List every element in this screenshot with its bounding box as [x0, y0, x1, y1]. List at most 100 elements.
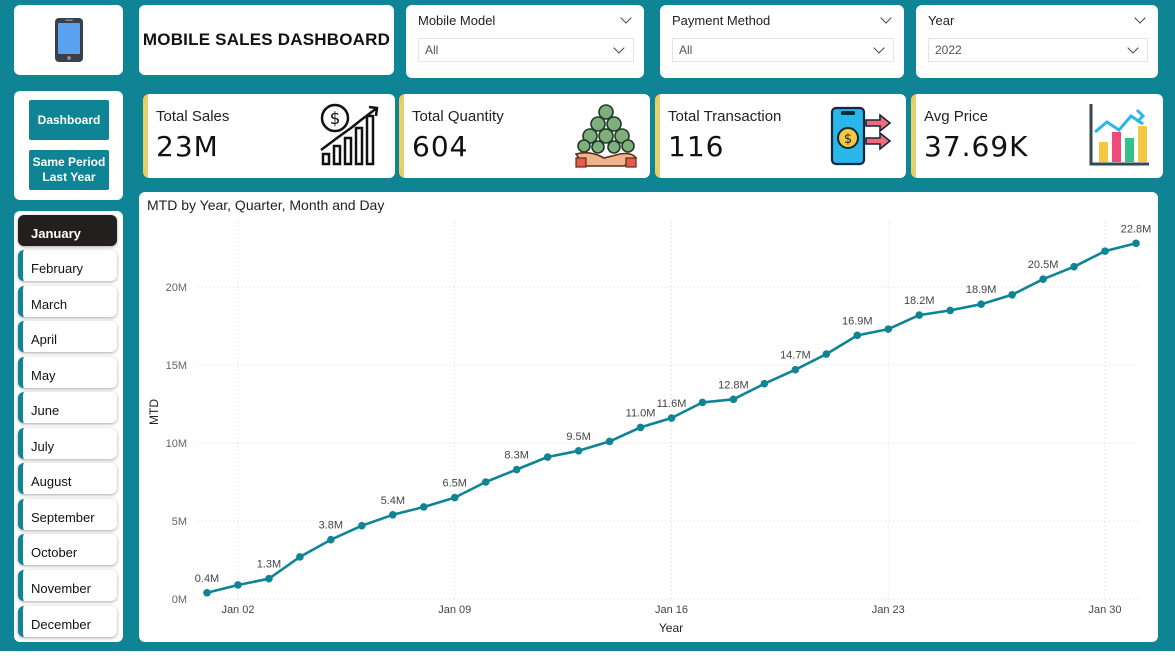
data-point — [481, 478, 490, 486]
y-tick-label: 10M — [166, 438, 187, 450]
month-slicer: January February March April May June Ju… — [14, 211, 123, 642]
kpi-label: Total Quantity — [412, 108, 504, 125]
filter-label: Mobile Model — [418, 12, 496, 28]
chart-svg: 0M 5M 10M 15M 20M Jan 02 Jan 09 Jan 16 Jan 23 Jan… — [147, 222, 1152, 635]
month-item-march[interactable]: March — [18, 286, 117, 317]
month-item-may[interactable]: May — [18, 357, 117, 388]
month-item-september[interactable]: September — [18, 499, 117, 530]
month-item-june[interactable]: June — [18, 392, 117, 423]
data-point — [327, 535, 335, 544]
kpi-value: 116 — [668, 130, 725, 163]
data-point — [450, 493, 459, 502]
data-label: 8.3M — [504, 450, 528, 462]
data-point — [296, 553, 304, 561]
month-label: February — [31, 261, 84, 276]
data-point — [389, 510, 397, 519]
data-point — [636, 423, 645, 432]
filter-year: Year 2022 — [916, 5, 1158, 78]
chevron-down-icon — [613, 42, 625, 54]
page-navigation: Dashboard Same Period Last Year — [14, 91, 123, 200]
data-point — [1070, 262, 1078, 271]
data-point — [203, 588, 211, 597]
data-point — [822, 350, 831, 358]
data-label: 1.3M — [257, 559, 281, 571]
filter-mobile-model: Mobile Model All — [406, 5, 644, 78]
data-point — [358, 521, 366, 530]
smartphone-icon — [54, 18, 83, 62]
data-point — [1101, 247, 1109, 255]
filter-label: Payment Method — [672, 12, 771, 28]
logo-card — [14, 5, 123, 75]
month-label: October — [31, 545, 78, 560]
data-label: 11.6M — [657, 398, 687, 410]
button-label: Same Period — [32, 155, 106, 169]
month-label: November — [31, 581, 91, 596]
y-axis-label: MTD — [147, 399, 161, 425]
chevron-down-icon[interactable] — [880, 12, 892, 24]
kpi-label: Total Sales — [156, 108, 230, 125]
x-tick-label: Jan 23 — [872, 604, 905, 616]
dashboard-button[interactable]: Dashboard — [29, 100, 109, 140]
y-tick-label: 15M — [166, 360, 187, 372]
x-tick-label: Jan 30 — [1089, 604, 1122, 616]
month-label: April — [31, 332, 58, 347]
data-label: 22.8M — [1121, 223, 1152, 235]
data-point — [791, 365, 800, 374]
data-label: 0.4M — [195, 573, 219, 585]
data-point — [667, 414, 676, 422]
chevron-down-icon[interactable] — [1134, 12, 1146, 24]
chevron-down-icon[interactable] — [620, 12, 632, 24]
coins-hand-icon — [574, 104, 638, 168]
same-period-last-year-button[interactable]: Same Period Last Year — [29, 150, 109, 190]
kpi-value: 37.69K — [924, 130, 1029, 163]
kpi-value: 23M — [156, 130, 219, 163]
kpi-label: Avg Price — [924, 108, 988, 125]
month-item-july[interactable]: July — [18, 428, 117, 459]
month-label: May — [31, 368, 56, 383]
button-label: Dashboard — [37, 112, 101, 127]
data-label: 6.5M — [442, 478, 466, 490]
y-tick-label: 0M — [172, 594, 187, 606]
data-label: 12.8M — [718, 379, 749, 391]
payment-method-select[interactable]: All — [672, 38, 894, 62]
data-point — [915, 311, 924, 319]
month-item-october[interactable]: October — [18, 534, 117, 565]
filter-label: Year — [928, 12, 955, 28]
filter-payment-method: Payment Method All — [660, 5, 904, 78]
data-label: 5.4M — [381, 495, 405, 507]
month-item-april[interactable]: April — [18, 321, 117, 352]
mobile-model-select[interactable]: All — [418, 38, 634, 62]
data-point — [419, 503, 428, 511]
data-point — [729, 395, 738, 404]
x-axis-label: Year — [659, 621, 683, 635]
bottom-strip — [0, 651, 1175, 658]
data-point — [234, 581, 242, 589]
month-item-february[interactable]: February — [18, 250, 117, 281]
month-item-august[interactable]: August — [18, 463, 117, 494]
year-select[interactable]: 2022 — [928, 38, 1148, 62]
data-point — [1039, 275, 1047, 283]
select-value: All — [425, 43, 439, 57]
data-label: 16.9M — [842, 315, 873, 327]
x-tick-label: Jan 02 — [221, 604, 254, 616]
month-item-january[interactable]: January — [18, 215, 117, 246]
month-item-december[interactable]: December — [18, 606, 117, 637]
y-tick-label: 5M — [172, 516, 187, 528]
data-point — [265, 574, 273, 583]
data-point — [543, 453, 552, 461]
data-point — [853, 331, 862, 340]
x-tick-label: Jan 09 — [438, 604, 471, 616]
month-label: July — [31, 439, 55, 454]
data-point — [977, 300, 985, 308]
mtd-line-chart: MTD by Year, Quarter, Month and Day 0M 5M… — [139, 192, 1158, 642]
mobile-payment-icon: $ — [830, 106, 892, 166]
data-label: 18.9M — [966, 284, 997, 296]
select-value: All — [679, 43, 693, 57]
select-value: 2022 — [935, 43, 962, 57]
data-point — [1008, 291, 1016, 299]
month-item-november[interactable]: November — [18, 570, 117, 601]
kpi-total-sales: Total Sales 23M $ — [143, 94, 395, 178]
month-label: January — [31, 226, 81, 241]
chevron-down-icon — [1127, 42, 1139, 54]
kpi-avg-price: Avg Price 37.69K — [911, 94, 1163, 178]
